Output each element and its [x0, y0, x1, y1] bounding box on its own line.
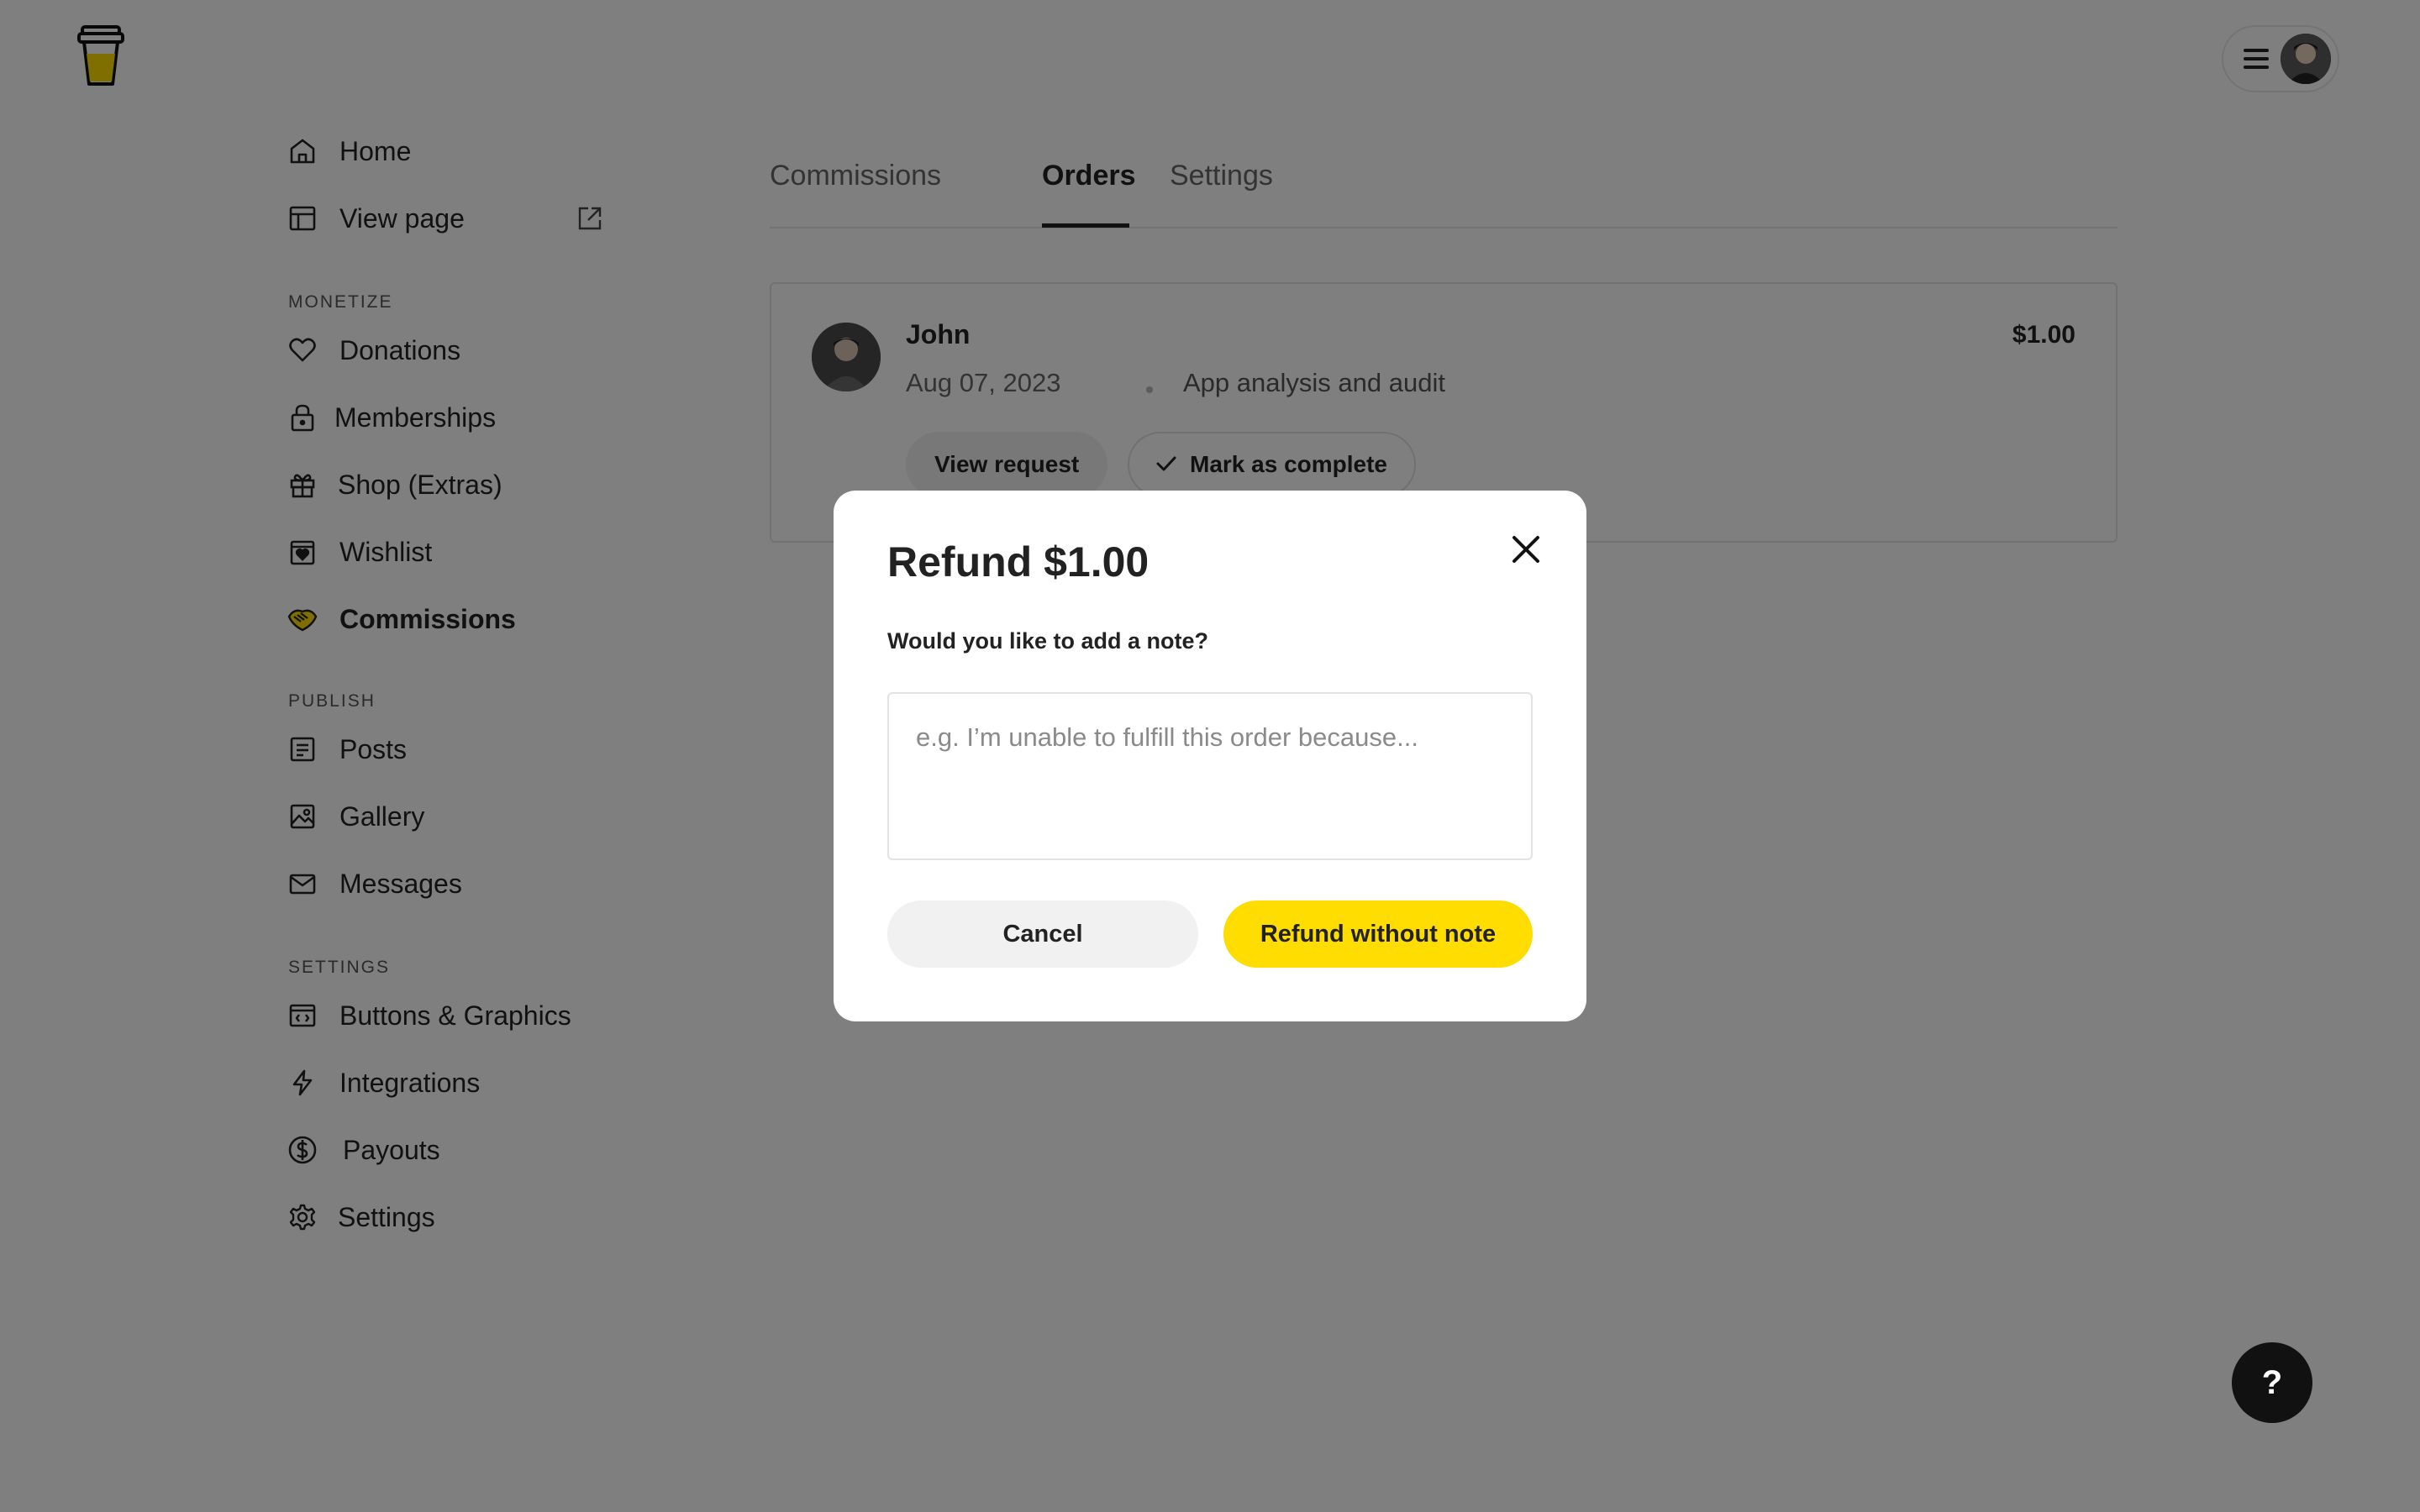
- page: Home View page MONETIZE Donations Member…: [0, 0, 2420, 1512]
- dialog-title: Refund $1.00: [887, 538, 1150, 585]
- refund-dialog: Refund $1.00 Would you like to add a not…: [834, 491, 1586, 1021]
- note-question: Would you like to add a note?: [887, 628, 1209, 654]
- refund-without-note-button[interactable]: Refund without note: [1223, 900, 1533, 968]
- refund-note-field[interactable]: [887, 692, 1533, 860]
- help-button[interactable]: ?: [2232, 1342, 2312, 1423]
- help-label: ?: [2261, 1363, 2283, 1401]
- close-icon[interactable]: [1506, 529, 1546, 570]
- cancel-button[interactable]: Cancel: [887, 900, 1198, 968]
